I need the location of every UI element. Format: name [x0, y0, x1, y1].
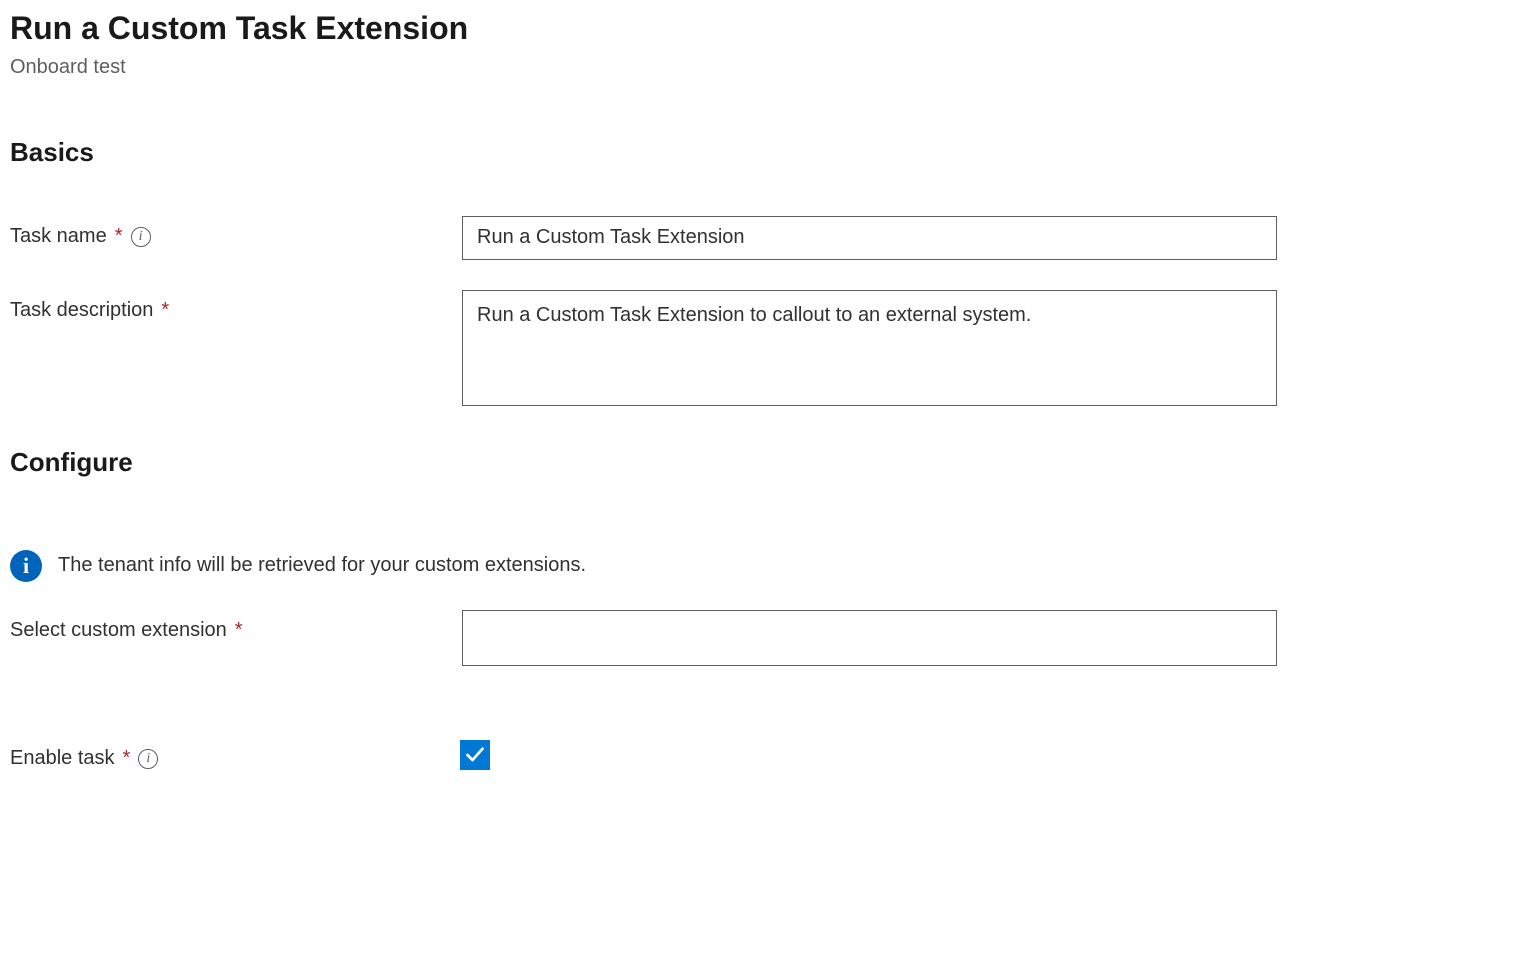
checkmark-icon — [465, 745, 485, 765]
required-indicator: * — [115, 225, 123, 248]
info-icon[interactable]: i — [138, 749, 158, 769]
info-banner-icon: i — [10, 550, 42, 582]
task-description-label: Task description — [10, 299, 153, 322]
task-name-input[interactable] — [462, 216, 1277, 260]
info-icon[interactable]: i — [131, 227, 151, 247]
required-indicator: * — [161, 299, 169, 322]
task-description-input[interactable] — [462, 290, 1277, 406]
task-name-label: Task name — [10, 225, 107, 248]
required-indicator: * — [123, 747, 131, 770]
page-title: Run a Custom Task Extension — [10, 8, 1517, 50]
page-subtitle: Onboard test — [10, 56, 1517, 79]
basics-heading: Basics — [10, 137, 1517, 168]
select-extension-label: Select custom extension — [10, 619, 227, 642]
select-extension-input[interactable] — [462, 610, 1277, 666]
info-banner-text: The tenant info will be retrieved for yo… — [58, 554, 586, 577]
required-indicator: * — [235, 619, 243, 642]
enable-task-checkbox[interactable] — [460, 740, 490, 770]
enable-task-label: Enable task — [10, 747, 115, 770]
configure-heading: Configure — [10, 447, 1517, 478]
